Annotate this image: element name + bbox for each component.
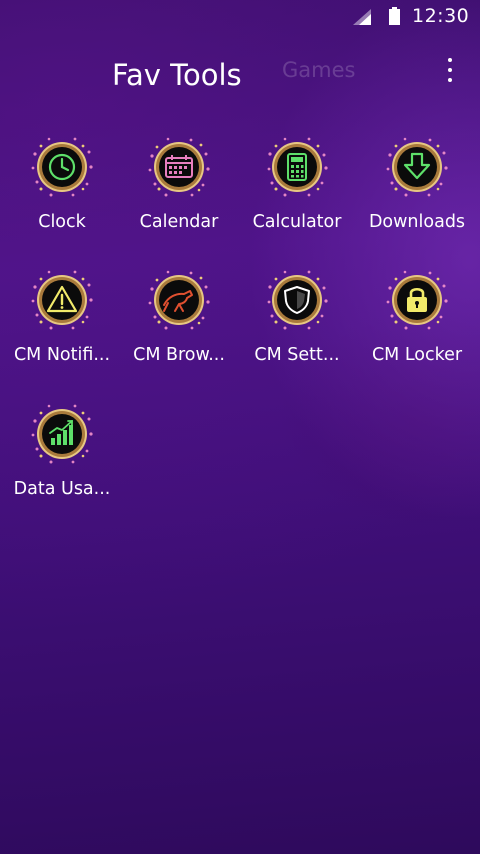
app-label: Data Usa... — [13, 479, 111, 499]
app-calculator[interactable]: Calculator — [238, 134, 356, 252]
tab-fav-tools[interactable]: Fav Tools — [112, 58, 242, 92]
status-time: 12:30 — [412, 5, 470, 27]
lock-icon — [384, 267, 450, 333]
calendar-icon — [146, 134, 212, 200]
download-arrow-icon — [384, 134, 450, 200]
app-label: CM Brow... — [133, 345, 225, 365]
app-cm-browser[interactable]: CM Brow... — [120, 267, 238, 385]
battery-icon — [389, 7, 400, 25]
app-label: Calendar — [139, 212, 219, 232]
app-label: Downloads — [368, 212, 466, 232]
app-cm-notifications[interactable]: CM Notifi... — [3, 267, 121, 385]
app-calendar[interactable]: Calendar — [120, 134, 238, 252]
status-bar: 12:30 — [0, 0, 480, 34]
app-data-usage[interactable]: Data Usa... — [3, 401, 121, 519]
clock-icon — [29, 134, 95, 200]
app-label: Clock — [38, 212, 86, 232]
signal-icon — [353, 9, 371, 25]
app-label: CM Locker — [371, 345, 463, 365]
cheetah-icon — [146, 267, 212, 333]
app-cm-settings[interactable]: CM Sett... — [238, 267, 356, 385]
app-downloads[interactable]: Downloads — [358, 134, 476, 252]
tab-games[interactable]: Games — [282, 58, 355, 82]
bar-chart-icon — [29, 401, 95, 467]
folder-header: Fav Tools Games — [0, 50, 480, 106]
app-label: Calculator — [252, 212, 342, 232]
app-label: CM Sett... — [254, 345, 340, 365]
shield-icon — [264, 267, 330, 333]
warning-triangle-icon — [29, 267, 95, 333]
app-label: CM Notifi... — [13, 345, 111, 365]
app-cm-locker[interactable]: CM Locker — [358, 267, 476, 385]
calculator-icon — [264, 134, 330, 200]
app-clock[interactable]: Clock — [3, 134, 121, 252]
overflow-menu-icon[interactable] — [440, 56, 460, 86]
